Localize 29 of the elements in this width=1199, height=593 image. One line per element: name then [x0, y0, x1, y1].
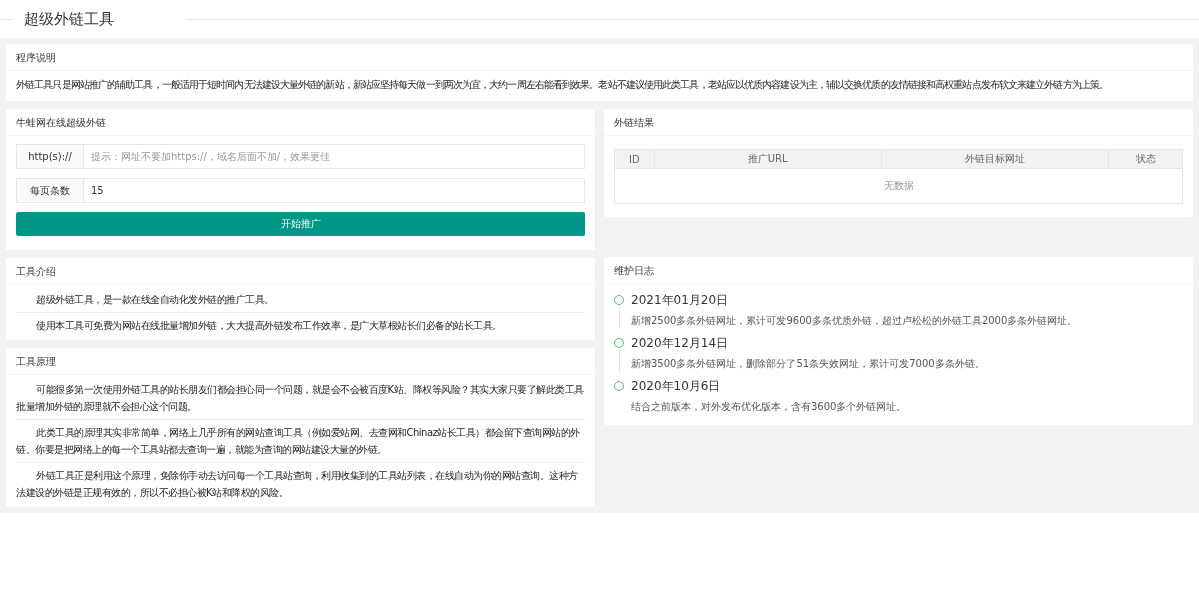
- paragraph: 使用本工具可免费为网站在线批量增加外链，大大提高外链发布工作效率，是广大草根站长们必备的站长工具。: [16, 312, 585, 338]
- panel-title: 工具介绍: [6, 258, 595, 285]
- panel-title: 工具原理: [6, 348, 595, 375]
- empty-message: 无数据: [614, 168, 1183, 204]
- field-label: 每页条数: [16, 178, 84, 203]
- panel-title: 维护日志: [604, 257, 1193, 284]
- log-date: 2020年12月14日: [631, 335, 730, 352]
- log-date: 2021年01月20日: [631, 292, 730, 309]
- column-header: 状态: [1108, 149, 1183, 169]
- log-date: 2020年10月6日: [631, 378, 722, 395]
- field-label: http(s)://: [16, 144, 84, 169]
- paragraph: 外链工具正是利用这个原理，免除你手动去访问每一个工具站查询，利用收集到的工具站列表，在线自动为你的网站查询。这种方法建设的外链是正规有效的，所以不必担心被K站和降权的风险。: [16, 462, 585, 505]
- column-header: 外链目标网址: [881, 149, 1109, 169]
- panel-title: 牛蛙网在线超级外链: [6, 109, 595, 136]
- panel-title: 外链结果: [604, 109, 1193, 136]
- column-header: ID: [614, 149, 655, 169]
- paragraph: 此类工具的原理其实非常简单，网络上几乎所有的网站查询工具（例如爱站网、去查网和Chinaz站长工具）都会留下查询网站的外链。你要是把网络上的每一个工具站都去查询一遍，就能为查询的网站建设大量的外链。: [16, 419, 585, 462]
- column-header: 推广URL: [654, 149, 882, 169]
- paragraph: 可能很多第一次使用外链工具的站长朋友们都会担心同一个问题，就是会不会被百度K站、降权等风险？其实大家只要了解此类工具批量增加外链的原理就不会担心这个问题。: [16, 383, 585, 414]
- start-button[interactable]: 开始推广: [16, 212, 585, 236]
- input-field[interactable]: 提示：网址不要加https://，域名后面不加/，效果更佳: [84, 144, 585, 169]
- log-text: 结合之前版本，对外发布优化版本，含有3600多个外链网址。: [631, 400, 907, 414]
- panel-title: 程序说明: [6, 44, 1193, 71]
- paragraph: 超级外链工具，是一款在线全自动化发外链的推广工具。: [35, 293, 275, 307]
- log-text: 新增2500多条外链网址，累计可发9600多条优质外链，超过卢松松的外链工具2000多条外链网址。: [631, 314, 1078, 328]
- input-field[interactable]: 15: [84, 178, 585, 203]
- log-text: 新增3500多条外链网址，删除部分了51条失效网址，累计可发7000多条外链。: [631, 357, 985, 371]
- page-title: 超级外链工具: [23, 9, 115, 29]
- intro-text: 外链工具只是网站推广的辅助工具，一般适用于短时间内无法建设大量外链的新站，新站应坚持每天做一到两次为宜，大约一周左右能看到效果。老站不建议使用此类工具，老站应以优质内容建设为主，辅以交换优质的友情链接和高权重站点发布软文来建立外链方为上策。: [16, 78, 1109, 92]
